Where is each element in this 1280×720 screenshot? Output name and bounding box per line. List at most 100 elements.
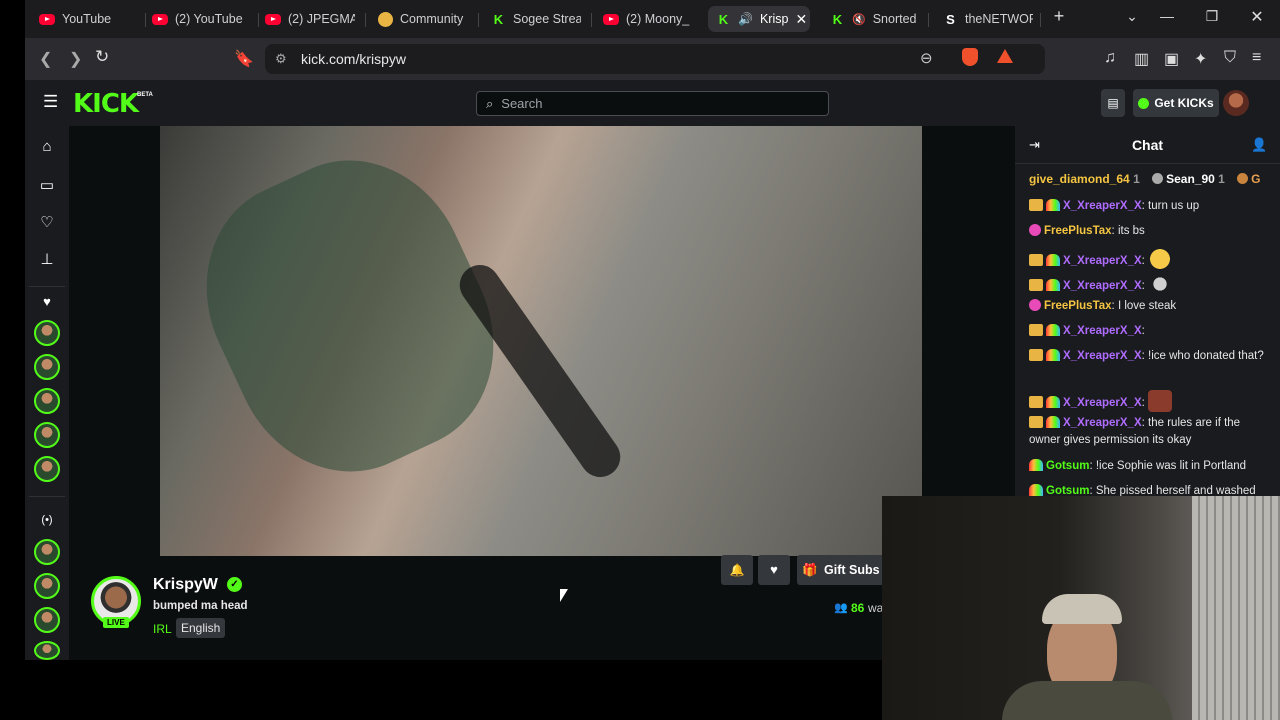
browser-tab-krispyw[interactable]: K 🔊 Krisp ✕: [708, 6, 810, 32]
kicks-coin-icon: [1138, 97, 1150, 109]
followed-channel-avatar[interactable]: [34, 354, 60, 380]
crown-badge-icon: [1029, 396, 1043, 408]
bell-icon[interactable]: 🔔: [721, 555, 753, 585]
chat-message[interactable]: X_XreaperX_X:: [1029, 323, 1267, 340]
chat-message[interactable]: X_XreaperX_X:: [1029, 248, 1267, 270]
stream-info-bar: LIVE KrispyW ✓ bumped ma head IRL Englis…: [69, 555, 915, 660]
face-emote-icon: [1148, 390, 1173, 412]
crown-badge-icon: [1029, 349, 1043, 361]
language-tag[interactable]: English: [176, 618, 226, 638]
site-info-icon[interactable]: ⚙: [275, 51, 287, 67]
leo-ai-icon[interactable]: ✦: [1194, 49, 1207, 69]
rainbow-badge-icon: [1046, 279, 1060, 291]
browser-tab-snorted[interactable]: K 🔇 Snorted: [830, 6, 920, 32]
search-icon: ⌕: [486, 95, 494, 111]
crown-badge-icon: [1029, 199, 1043, 211]
kick-top-nav: ☰ KICK BETA ⌕ Search ▤ Get KICKs: [25, 80, 1280, 126]
user-avatar[interactable]: [1223, 90, 1249, 116]
address-bar[interactable]: ⚙ kick.com/krispyw ⊖: [265, 44, 1045, 74]
gifter-entry[interactable]: G: [1236, 172, 1261, 192]
crown-badge-icon: [1029, 279, 1043, 291]
leaderboard-icon[interactable]: ⊥: [38, 250, 56, 268]
browser-tab-sogee[interactable]: K Sogee Strea: [491, 6, 581, 32]
home-icon[interactable]: ⌂: [38, 138, 56, 155]
chat-title: Chat: [1131, 137, 1164, 153]
gift-subs-button[interactable]: 🎁 Gift Subs: [797, 555, 885, 585]
search-placeholder: Search: [501, 96, 543, 111]
beta-badge: BETA: [137, 92, 153, 98]
kick-icon: K: [832, 11, 843, 27]
brave-rewards-icon[interactable]: [997, 49, 1013, 63]
stream-category[interactable]: IRL: [153, 622, 172, 636]
follow-heart-icon[interactable]: ♥: [758, 555, 790, 585]
subscriber-badge-icon: [1029, 299, 1041, 311]
chat-message[interactable]: X_XreaperX_X:: [1029, 273, 1267, 295]
chat-message[interactable]: FreePlusTax: I love steak: [1029, 298, 1267, 315]
wallet-icon[interactable]: ▣: [1164, 49, 1179, 69]
close-tab-icon[interactable]: ✕: [795, 11, 807, 28]
live-broadcast-icon: (•): [41, 514, 53, 526]
chat-message[interactable]: X_XreaperX_X:: [1029, 390, 1267, 412]
new-tab-icon[interactable]: +: [1048, 6, 1070, 27]
live-badge: LIVE: [103, 617, 129, 628]
search-input[interactable]: ⌕ Search: [476, 91, 829, 116]
rainbow-badge-icon: [1046, 349, 1060, 361]
browser-tab-youtube[interactable]: YouTube: [39, 6, 149, 32]
following-icon[interactable]: ♡: [38, 213, 56, 231]
bookmark-icon[interactable]: 🔖: [234, 49, 254, 69]
rainbow-badge-icon: [1046, 199, 1060, 211]
forward-icon[interactable]: ❯: [69, 49, 82, 69]
followed-channel-avatar[interactable]: [34, 422, 60, 448]
chevron-down-icon[interactable]: ⌄: [1121, 8, 1143, 25]
chat-message[interactable]: X_XreaperX_X: the rules are if the owner…: [1029, 415, 1267, 449]
sidebar-toggle-icon[interactable]: ▥: [1134, 49, 1149, 69]
vpn-icon[interactable]: ⛉: [1224, 49, 1236, 67]
muted-icon[interactable]: 🔇: [852, 13, 866, 26]
top-gifters-bar: give_diamond_64 1 Sean_90 1 G: [1029, 172, 1280, 192]
crown-badge-icon: [1029, 324, 1043, 336]
rainbow-badge-icon: [1046, 254, 1060, 266]
viewers-icon: 👥: [834, 602, 848, 614]
browser-tab-community[interactable]: Community: [378, 6, 468, 32]
minimize-icon[interactable]: —: [1156, 8, 1178, 24]
followed-channel-avatar[interactable]: [34, 320, 60, 346]
gifter-entry[interactable]: give_diamond_64 1: [1029, 172, 1140, 192]
recommended-channel-avatar[interactable]: [34, 641, 60, 660]
get-kicks-button[interactable]: Get KICKs: [1133, 89, 1219, 117]
browser-tab-youtube-2[interactable]: (2) YouTube: [152, 6, 262, 32]
brave-shield-icon[interactable]: [962, 48, 978, 66]
recommended-channel-avatar[interactable]: [34, 573, 60, 599]
chat-message[interactable]: X_XreaperX_X: !ice who donated that?: [1029, 348, 1267, 365]
recommended-channel-avatar[interactable]: [34, 607, 60, 633]
hamburger-menu-icon[interactable]: ☰: [43, 92, 58, 112]
chat-message[interactable]: Gotsum: !ice Sophie was lit in Portland: [1029, 458, 1267, 475]
chat-message[interactable]: FreePlusTax: its bs: [1029, 223, 1267, 240]
music-icon[interactable]: ♫: [1104, 49, 1116, 67]
menu-icon[interactable]: ≡: [1252, 49, 1261, 67]
youtube-icon: [152, 13, 168, 25]
browser-tab-thenetwork[interactable]: StheNETWOR: [943, 6, 1033, 32]
streamer-name[interactable]: KrispyW: [153, 576, 218, 594]
close-window-icon[interactable]: ✕: [1246, 7, 1268, 27]
kick-icon: K: [493, 11, 504, 27]
browser-tab-jpegmafia[interactable]: (2) JPEGMA: [265, 6, 355, 32]
browser-tab-strip: YouTube (2) YouTube (2) JPEGMA Community…: [25, 0, 1280, 38]
followed-channel-avatar[interactable]: [34, 388, 60, 414]
browse-icon[interactable]: ▭: [38, 176, 56, 194]
reload-icon[interactable]: ↻: [95, 47, 109, 67]
recommended-channel-avatar[interactable]: [34, 539, 60, 565]
youtube-icon: [265, 13, 281, 25]
chat-message[interactable]: X_XreaperX_X: turn us up: [1029, 198, 1267, 215]
gifter-entry[interactable]: Sean_90 1: [1151, 172, 1225, 192]
back-icon[interactable]: ❮: [39, 49, 52, 69]
kick-logo[interactable]: KICK: [73, 89, 139, 119]
browser-tab-moony[interactable]: (2) Moony_: [603, 6, 693, 32]
restore-icon[interactable]: ❐: [1201, 8, 1223, 25]
drops-icon[interactable]: ▤: [1101, 89, 1125, 117]
chat-users-icon[interactable]: 👤: [1251, 137, 1267, 153]
video-player[interactable]: [160, 126, 922, 556]
followed-channel-avatar[interactable]: [34, 456, 60, 482]
zoom-icon[interactable]: ⊖: [920, 49, 933, 67]
browser-toolbar: ❮ ❯ ↻ 🔖 ⚙ kick.com/krispyw ⊖ ♫ ▥ ▣ ✦ ⛉ ≡: [25, 38, 1280, 80]
audio-playing-icon[interactable]: 🔊: [738, 12, 753, 26]
